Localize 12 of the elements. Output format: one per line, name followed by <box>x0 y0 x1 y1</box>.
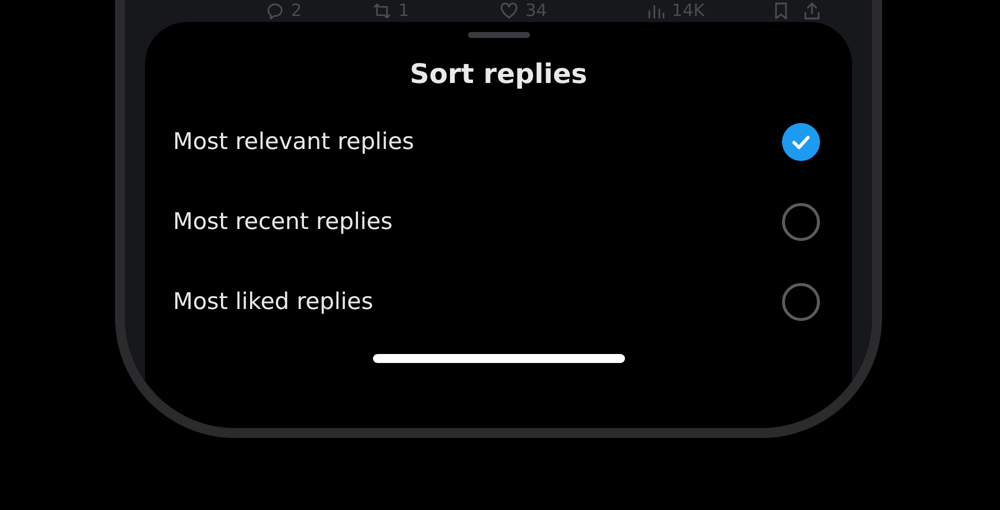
sort-option[interactable]: Most recent replies <box>145 182 852 262</box>
radio-circle-icon[interactable] <box>782 203 820 241</box>
sheet-title: Sort replies <box>408 59 588 90</box>
speech-bubble-icon[interactable] <box>265 1 285 21</box>
sort-option[interactable]: Most relevant replies <box>145 102 852 182</box>
drag-handle[interactable] <box>468 32 530 38</box>
share-icon[interactable] <box>802 1 822 21</box>
heart-icon[interactable] <box>499 1 520 21</box>
radio-circle-icon[interactable] <box>782 283 820 321</box>
sort-option[interactable]: Most liked replies <box>145 262 852 342</box>
checkmark-icon[interactable] <box>782 123 820 161</box>
repost-icon[interactable] <box>372 1 392 21</box>
